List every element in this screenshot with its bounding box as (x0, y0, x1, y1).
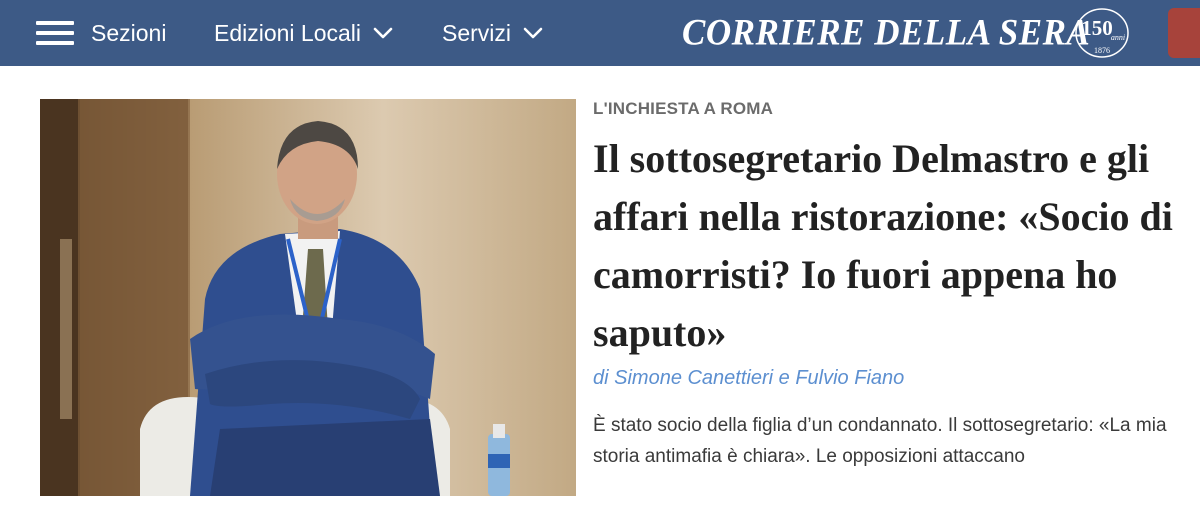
site-logo[interactable]: CORRIERE DELLA SERA (682, 9, 1090, 57)
anniversary-number: 150 (1081, 16, 1113, 40)
article-headline[interactable]: Il sottosegretario Delmastro e gli affar… (593, 130, 1183, 362)
article-byline[interactable]: di Simone Canettieri e Fulvio Fiano (593, 367, 904, 390)
article-photo-illustration (40, 99, 576, 496)
nav-servizi-label: Servizi (442, 20, 512, 46)
anniversary-150-badge: 150 anni 1876 (1075, 8, 1129, 58)
nav-edizioni-locali[interactable]: Edizioni Locali (214, 17, 393, 49)
article-photo[interactable] (40, 99, 576, 496)
anniversary-year: 1876 (1094, 46, 1110, 55)
article-summary: È stato socio della figlia d’un condanna… (593, 415, 1167, 467)
hamburger-menu-icon[interactable] (36, 20, 74, 46)
nav-sezioni[interactable]: Sezioni (91, 17, 166, 49)
nav-servizi[interactable]: Servizi (442, 17, 543, 49)
nav-edizioni-locali-label: Edizioni Locali (214, 20, 362, 46)
header-action-button[interactable] (1168, 8, 1200, 58)
chevron-down-icon (523, 27, 543, 39)
anniversary-word: anni (1111, 33, 1125, 42)
chevron-down-icon (373, 27, 393, 39)
top-navigation-bar: Sezioni Edizioni Locali Servizi CORRIERE… (0, 0, 1200, 66)
article-kicker[interactable]: L'INCHIESTA A ROMA (593, 99, 773, 119)
